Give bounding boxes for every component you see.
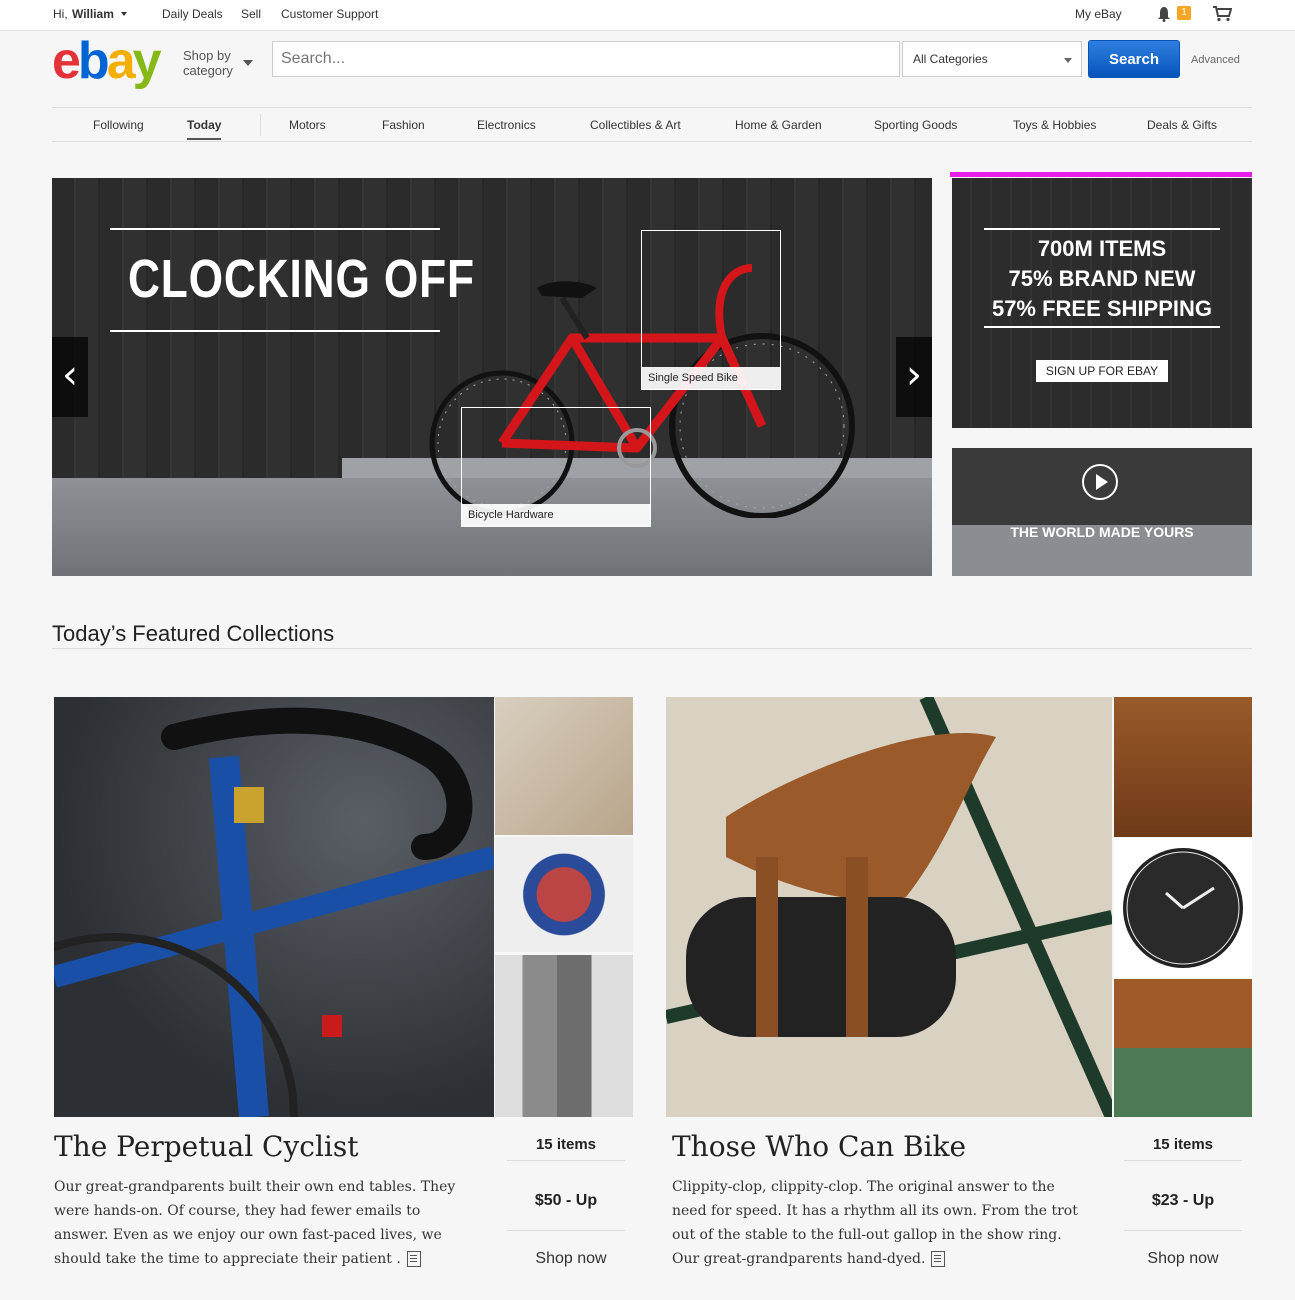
collection-1-description: Our great-grandparents built their own e… (54, 1175, 474, 1271)
shop-by-label: Shop by (183, 48, 231, 63)
collection-1-thumb-tin[interactable] (495, 837, 633, 952)
divider (1124, 1230, 1242, 1231)
nav-today[interactable]: Today (187, 118, 221, 132)
logo-a: a (106, 32, 136, 90)
nav-motors[interactable]: Motors (289, 118, 326, 132)
bell-icon[interactable] (1157, 6, 1171, 22)
logo-b: b (77, 32, 110, 90)
category-nav: Following Today Motors Fashion Electroni… (52, 108, 1252, 141)
nav-active-indicator (187, 138, 221, 140)
collection-2-main-image[interactable] (666, 697, 1112, 1117)
collection-1-thumb-rolls[interactable] (495, 955, 633, 1117)
note-icon[interactable] (406, 1251, 421, 1267)
greeting-text: Hi, (53, 7, 68, 21)
item-count: 15 items (1152, 1136, 1214, 1153)
nav-following[interactable]: Following (93, 118, 144, 132)
clock-icon (1123, 848, 1243, 968)
promo-top-rule (984, 228, 1220, 230)
collection-2-summary: 15 items (1122, 1136, 1244, 1153)
carousel-prev-arrow-icon[interactable]: ‹ (52, 337, 88, 417)
username-chevron-icon[interactable] (121, 12, 127, 16)
ebay-logo[interactable]: ebay (52, 35, 162, 87)
daily-deals-link[interactable]: Daily Deals (162, 7, 223, 21)
collection-1-title[interactable]: The Perpetual Cyclist (54, 1130, 359, 1163)
nav-electronics[interactable]: Electronics (477, 118, 536, 132)
cyclist-bike-image (54, 707, 494, 1117)
nav-bottom-divider (52, 141, 1252, 142)
hotspot-single-speed-bike[interactable]: Single Speed Bike (641, 230, 781, 390)
play-icon[interactable] (1082, 464, 1118, 500)
note-icon[interactable] (931, 1251, 946, 1267)
hotspot-label: Single Speed Bike (642, 367, 780, 389)
customer-support-link[interactable]: Customer Support (281, 7, 378, 21)
signup-button[interactable]: SIGN UP FOR EBAY (1036, 360, 1168, 382)
divider (1124, 1160, 1242, 1161)
featured-collections-heading: Today’s Featured Collections (52, 621, 335, 646)
nav-deals-gifts[interactable]: Deals & Gifts (1147, 118, 1217, 132)
saddle-bag-image (666, 697, 1112, 1117)
promo-stat-shipping: 57% FREE SHIPPING (991, 296, 1213, 321)
promo-stat-items: 700M ITEMS (1037, 236, 1167, 261)
promo-panel[interactable]: 700M ITEMS 75% BRAND NEW 57% FREE SHIPPI… (952, 178, 1252, 428)
category-select[interactable]: All Categories (902, 41, 1082, 77)
my-ebay-link[interactable]: My eBay (1075, 7, 1122, 21)
category-chevron-down-icon[interactable] (1064, 58, 1072, 63)
collection-2-thumb-bag[interactable] (1114, 979, 1252, 1117)
divider (507, 1160, 625, 1161)
collection-2-title[interactable]: Those Who Can Bike (672, 1130, 966, 1163)
logo-e: e (52, 32, 81, 90)
collection-1-shop-now-link[interactable]: Shop now (510, 1250, 632, 1268)
collection-2-price-box: $23 - Up (1122, 1192, 1244, 1210)
nav-fashion[interactable]: Fashion (382, 118, 425, 132)
cart-icon[interactable] (1212, 6, 1232, 22)
sell-link[interactable]: Sell (241, 7, 261, 21)
advanced-search-link[interactable]: Advanced (1191, 54, 1240, 66)
collection-2-shop-now-link[interactable]: Shop now (1122, 1250, 1244, 1268)
nav-sporting-goods[interactable]: Sporting Goods (874, 118, 957, 132)
price-range: $50 - Up (534, 1192, 598, 1209)
nav-home-garden[interactable]: Home & Garden (735, 118, 822, 132)
username-menu[interactable]: William (72, 7, 114, 21)
collection-2-thumb-cabinet[interactable] (1114, 697, 1252, 837)
promo-accent-bar (950, 172, 1252, 177)
carousel-next-arrow-icon[interactable]: › (896, 337, 932, 417)
hotspot-bicycle-hardware[interactable]: Bicycle Hardware (461, 407, 651, 527)
nav-collectibles-art[interactable]: Collectibles & Art (590, 118, 681, 132)
search-button[interactable]: Search (1088, 40, 1180, 78)
promo-stat-new: 75% BRAND NEW (1008, 266, 1196, 291)
search-input[interactable] (272, 41, 900, 77)
divider (507, 1230, 625, 1231)
top-bar: Hi, William Daily Deals Sell Customer Su… (0, 0, 1295, 31)
hero-carousel[interactable]: CLOCKING OFF Single Speed Bike Bicycle H… (52, 178, 932, 576)
notification-badge: 1 (1177, 6, 1191, 20)
item-count: 15 items (535, 1136, 597, 1153)
featured-divider (52, 648, 1252, 649)
video-panel[interactable]: THE WORLD MADE YOURS (952, 448, 1252, 576)
collection-2-description: Clippity-clop, clippity-clop. The origin… (672, 1175, 1092, 1271)
collection-1-summary: 15 items (505, 1136, 627, 1153)
collection-1-description-text: Our great-grandparents built their own e… (54, 1179, 456, 1267)
collection-2-thumb-clock[interactable] (1114, 838, 1252, 978)
hero-title: CLOCKING OFF (128, 249, 475, 309)
nav-toys-hobbies[interactable]: Toys & Hobbies (1013, 118, 1096, 132)
shop-by-chevron-down-icon[interactable] (243, 60, 253, 66)
collection-2-description-text: Clippity-clop, clippity-clop. The origin… (672, 1179, 1078, 1267)
logo-y: y (132, 32, 162, 90)
promo-bottom-rule (984, 326, 1220, 328)
collection-1-price-box: $50 - Up (505, 1192, 627, 1210)
shop-by-category-button[interactable]: Shop by category (183, 48, 233, 78)
video-caption: THE WORLD MADE YOURS (1010, 524, 1194, 540)
collection-1-thumb-notes[interactable] (495, 697, 633, 835)
category-label: category (183, 63, 233, 78)
hotspot-label: Bicycle Hardware (462, 504, 650, 526)
price-range: $23 - Up (1151, 1192, 1215, 1209)
collection-1-main-image[interactable] (54, 697, 494, 1117)
nav-separator (260, 114, 261, 136)
